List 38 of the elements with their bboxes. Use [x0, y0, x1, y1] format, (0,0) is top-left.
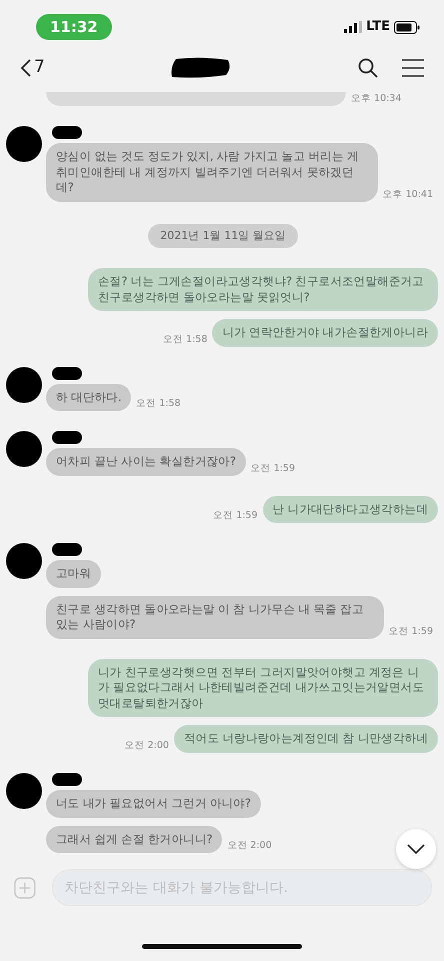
back-button[interactable]: 7 — [20, 55, 45, 81]
signal-icon — [344, 21, 362, 33]
message-bubble: 니가 연락안한거야 내가손절한게아니라 — [212, 319, 438, 347]
message-bubble: 너도 내가 필요없어서 그런거 아니야? — [46, 790, 261, 818]
timestamp: 오전 2:00 — [124, 738, 169, 753]
timestamp: 오전 1:59 — [250, 462, 296, 476]
message-bubble: 적어도 너랑나랑아는계정인데 참 니만생각하네 — [174, 725, 438, 753]
timestamp: 오전 1:59 — [388, 624, 433, 639]
chevron-down-icon — [407, 844, 425, 854]
menu-icon[interactable] — [402, 59, 424, 77]
redacted-name — [52, 431, 82, 444]
timestamp: 오후 10:41 — [382, 188, 433, 202]
network-text: LTE — [366, 18, 390, 36]
chevron-left-icon — [20, 58, 32, 78]
redacted-name — [52, 543, 82, 556]
date-divider: 2021년 1월 11일 월요일 — [148, 224, 298, 248]
message-bubble: 난 니가대단하다고생각하는데 — [262, 496, 438, 524]
timestamp: 오전 1:58 — [163, 332, 208, 347]
scroll-down-button[interactable] — [396, 829, 436, 869]
search-icon[interactable] — [358, 58, 378, 78]
timestamp: 오전 1:58 — [136, 397, 181, 412]
message-bubble: 어차피 끝난 사이는 확실한거잖아? — [46, 448, 246, 476]
message-bubble: 고마워 — [46, 560, 102, 588]
redacted-name — [52, 773, 82, 786]
message-bubble: 친구로 생각하면 돌아오라는말 이 참 니가무슨 내 목줄 잡고있는 사람이야? — [46, 596, 384, 639]
message-bubble: 양심이 없는 것도 정도가 있지, 사람 가지고 놀고 버리는 게 취미인애한테 내 계정까지 빌려주기엔 더러워서 못하겠던데? — [46, 143, 378, 202]
message-bubble: 그래서 쉽게 손절 한거아니니? — [46, 826, 222, 854]
message-bubble: 손절? 너는 그게손절이라고생각햇냐? 친구로서조언말해준거고 친구로생각하면 돌아오라는말 못읽엇니? — [88, 268, 438, 312]
redacted-name — [52, 366, 82, 380]
timestamp: 오후 10:34 — [351, 92, 402, 106]
clock-text: 11:32 — [36, 14, 112, 40]
redaction-mark — [170, 57, 232, 79]
timestamp: 오전 1:59 — [213, 509, 258, 524]
battery-icon — [394, 20, 420, 34]
message-bubble: 하 대단하다. — [46, 384, 132, 412]
message-bubble: 니가 친구로생각햇으면 전부터 그러지말앗어야햇고 계정은 니가 필요없다그래서 나한테빌려준건데 내가쓰고잇는거알면서도 멋대로탈퇴한거잖아 — [88, 658, 438, 718]
timestamp: 오전 2:00 — [227, 838, 272, 853]
redacted-name — [52, 126, 82, 140]
